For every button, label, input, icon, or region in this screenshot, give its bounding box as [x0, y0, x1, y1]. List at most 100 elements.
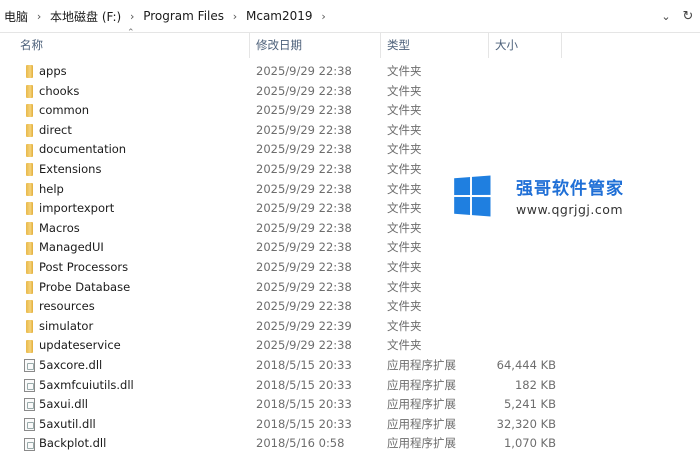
item-size [489, 278, 556, 298]
item-type: 应用程序扩展 [387, 377, 456, 392]
item-type: 文件夹 [387, 83, 422, 98]
list-item[interactable]: apps 2025/9/29 22:38 文件夹 [0, 62, 700, 82]
dll-file-icon [22, 376, 36, 396]
folder-icon [22, 297, 36, 317]
list-item[interactable]: 5axmfcuiutils.dll 2018/5/15 20:33 应用程序扩展 18… [0, 376, 700, 396]
item-date: 2025/9/29 22:38 [256, 240, 352, 255]
item-type: 文件夹 [387, 220, 422, 235]
column-header-bar: 名称 修改日期 类型 大小 [0, 33, 700, 58]
column-header-size[interactable]: 大小 [489, 33, 562, 58]
item-size [489, 297, 556, 317]
watermark: 强哥软件管家 www.qgrjgj.com [452, 174, 624, 217]
breadcrumb: 电脑 › 本地磁盘 (F:) › Program Files › Mcam201… [0, 0, 333, 33]
list-item[interactable]: updateservice 2025/9/29 22:38 文件夹 [0, 336, 700, 356]
item-type: 文件夹 [387, 279, 422, 294]
item-size: 64,444 KB [496, 357, 556, 372]
item-size [489, 62, 556, 82]
item-size [489, 238, 556, 258]
item-name: 5axutil.dll [39, 416, 96, 431]
folder-icon [22, 258, 36, 278]
dll-file-icon [22, 415, 36, 435]
item-type: 文件夹 [387, 64, 422, 78]
breadcrumb-mcam2019[interactable]: Mcam2019 [244, 9, 315, 23]
chevron-down-icon[interactable]: ⌄ [658, 8, 674, 24]
item-size [489, 140, 556, 160]
folder-icon [22, 219, 36, 239]
item-date: 2025/9/29 22:38 [256, 142, 352, 157]
list-item[interactable]: Probe Database 2025/9/29 22:38 文件夹 [0, 278, 700, 298]
chevron-right-icon[interactable]: › [315, 10, 333, 23]
list-item[interactable]: direct 2025/9/29 22:38 文件夹 [0, 121, 700, 141]
list-item[interactable]: simulator 2025/9/29 22:39 文件夹 [0, 317, 700, 337]
list-item[interactable]: Post Processors 2025/9/29 22:38 文件夹 [0, 258, 700, 278]
column-header-type[interactable]: 类型 [381, 33, 489, 58]
list-item[interactable]: Backplot.dll 2018/5/16 0:58 应用程序扩展 1,070 KB [0, 434, 700, 454]
refresh-icon[interactable]: ↻ [680, 8, 696, 24]
item-type: 文件夹 [387, 122, 422, 137]
list-item[interactable]: chooks 2025/9/29 22:38 文件夹 [0, 82, 700, 102]
item-date: 2018/5/15 20:33 [256, 377, 352, 392]
item-name: resources [39, 299, 95, 314]
item-date: 2025/9/29 22:38 [256, 64, 352, 78]
dll-file-icon [22, 434, 36, 454]
folder-icon [22, 199, 36, 219]
column-header-date[interactable]: 修改日期 [250, 33, 381, 58]
item-date: 2018/5/15 20:33 [256, 357, 352, 372]
dll-file-icon [22, 395, 36, 415]
item-date: 2025/9/29 22:38 [256, 103, 352, 118]
item-name: Extensions [39, 161, 102, 176]
file-list: apps 2025/9/29 22:38 文件夹 chooks 2025/9/29 22… [0, 62, 700, 454]
item-date: 2018/5/15 20:33 [256, 397, 352, 412]
item-type: 文件夹 [387, 142, 422, 157]
folder-icon [22, 82, 36, 102]
item-name: 5axmfcuiutils.dll [39, 377, 134, 392]
item-date: 2025/9/29 22:38 [256, 299, 352, 314]
item-name: Probe Database [39, 279, 131, 294]
watermark-url: www.qgrjgj.com [516, 202, 624, 217]
item-name: importexport [39, 201, 115, 216]
item-size [489, 317, 556, 337]
item-type: 文件夹 [387, 103, 422, 118]
folder-icon [22, 278, 36, 298]
list-item[interactable]: ManagedUI 2025/9/29 22:38 文件夹 [0, 238, 700, 258]
sort-ascending-icon: ⌃ [127, 28, 135, 38]
item-type: 应用程序扩展 [387, 397, 456, 412]
item-name: 5axcore.dll [39, 357, 103, 372]
item-size [489, 101, 556, 121]
item-date: 2025/9/29 22:38 [256, 201, 352, 216]
item-size: 182 KB [514, 377, 556, 392]
item-type: 文件夹 [387, 338, 422, 353]
address-bar[interactable]: 电脑 › 本地磁盘 (F:) › Program Files › Mcam201… [0, 0, 700, 33]
breadcrumb-program-files[interactable]: Program Files [141, 9, 226, 23]
item-type: 文件夹 [387, 318, 422, 333]
item-size [489, 121, 556, 141]
dll-file-icon [22, 356, 36, 376]
item-name: 5axui.dll [39, 397, 88, 412]
list-item[interactable]: documentation 2025/9/29 22:38 文件夹 [0, 140, 700, 160]
list-item[interactable]: 5axui.dll 2018/5/15 20:33 应用程序扩展 5,241 KB [0, 395, 700, 415]
chevron-right-icon[interactable]: › [226, 10, 244, 23]
item-name: simulator [39, 318, 94, 333]
list-item[interactable]: Macros 2025/9/29 22:38 文件夹 [0, 219, 700, 239]
breadcrumb-computer[interactable]: 电脑 [2, 8, 30, 25]
item-date: 2025/9/29 22:38 [256, 83, 352, 98]
item-name: help [39, 181, 64, 196]
list-item[interactable]: common 2025/9/29 22:38 文件夹 [0, 101, 700, 121]
folder-icon [22, 336, 36, 356]
chevron-right-icon[interactable]: › [30, 10, 48, 23]
item-type: 应用程序扩展 [387, 436, 456, 451]
folder-icon [22, 317, 36, 337]
list-item[interactable]: 5axutil.dll 2018/5/15 20:33 应用程序扩展 32,320 K… [0, 415, 700, 435]
breadcrumb-drive[interactable]: 本地磁盘 (F:) [48, 8, 123, 25]
list-item[interactable]: resources 2025/9/29 22:38 文件夹 [0, 297, 700, 317]
item-size [489, 82, 556, 102]
item-date: 2025/9/29 22:38 [256, 220, 352, 235]
watermark-title: 强哥软件管家 [516, 179, 624, 199]
item-date: 2025/9/29 22:38 [256, 161, 352, 176]
item-date: 2025/9/29 22:38 [256, 259, 352, 274]
chevron-right-icon[interactable]: › [123, 10, 141, 23]
item-name: documentation [39, 142, 127, 157]
item-size: 32,320 KB [496, 416, 556, 431]
list-item[interactable]: 5axcore.dll 2018/5/15 20:33 应用程序扩展 64,444 K… [0, 356, 700, 376]
item-size: 5,241 KB [503, 397, 556, 412]
